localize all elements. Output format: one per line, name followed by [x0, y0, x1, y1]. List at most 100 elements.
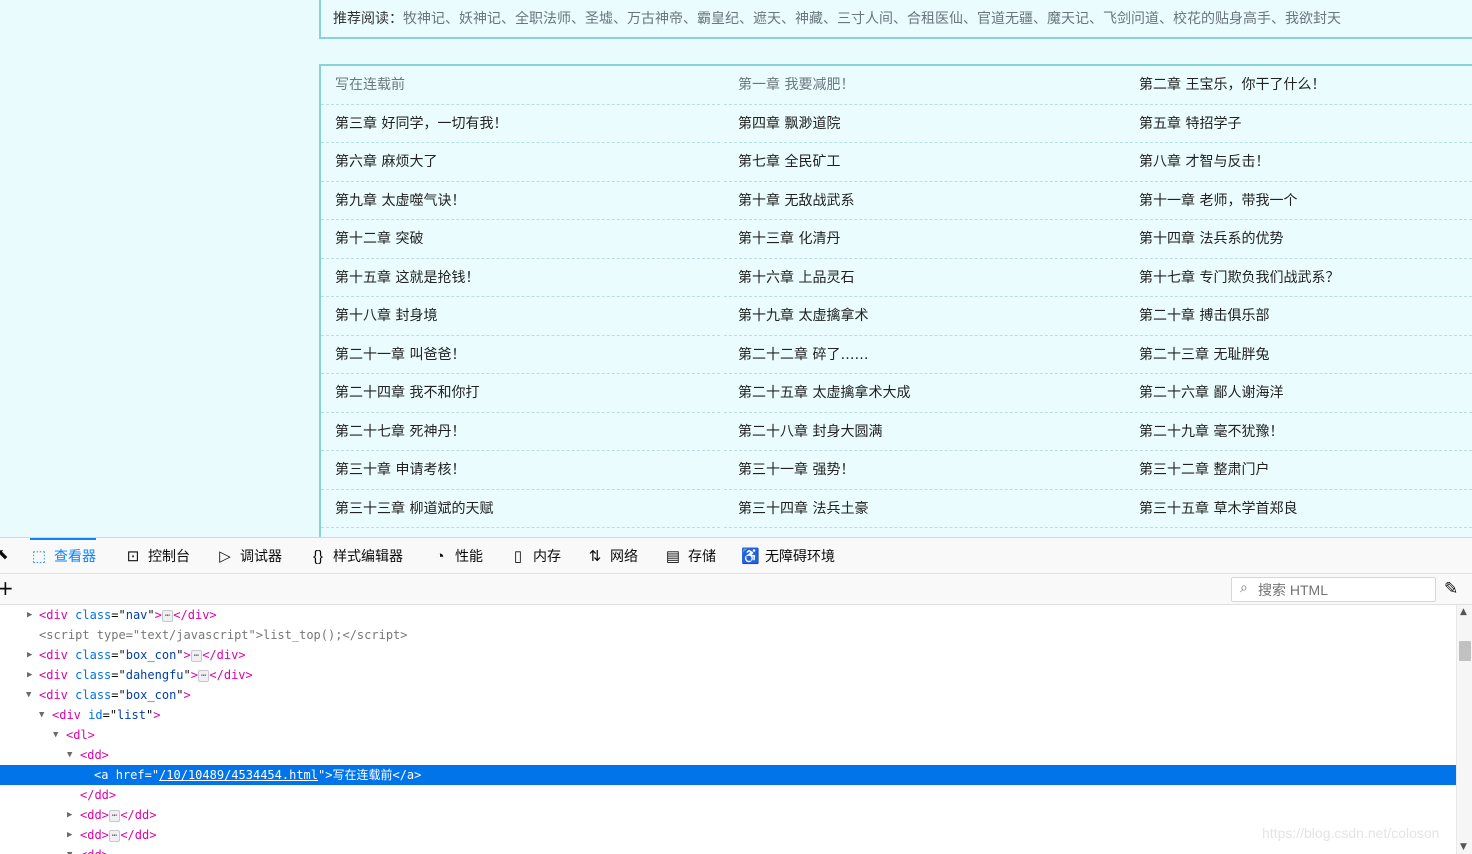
recommend-link[interactable]: 妖神记: [459, 11, 501, 27]
markup-node[interactable]: ▶ <dd> ⋯ </dd>: [0, 825, 1456, 845]
collapse-arrow-icon[interactable]: ▼: [67, 845, 77, 854]
chapter-link[interactable]: 第三章 好同学，一切有我！: [321, 105, 720, 143]
markup-node[interactable]: ▶ <div class="box_con"> ⋯ </div>: [0, 645, 1456, 665]
chapter-link[interactable]: 第三十一章 强势！: [724, 451, 1123, 490]
markup-node[interactable]: ▼ <div class="box_con">: [0, 685, 1456, 705]
chapter-link[interactable]: 第二十四章 我不和你打: [321, 374, 720, 413]
recommend-link[interactable]: 圣墟: [585, 11, 613, 27]
chapter-link[interactable]: 写在连载前: [321, 66, 720, 105]
chapter-link[interactable]: 第二十五章 太虚擒拿术大成: [724, 374, 1123, 413]
tab-storage[interactable]: ▤ 存储: [664, 538, 716, 574]
recommend-link[interactable]: 牧神记: [403, 11, 445, 27]
eyedropper-icon[interactable]: ✎: [1444, 579, 1458, 599]
chapter-link[interactable]: 第二十九章 毫不犹豫！: [1125, 413, 1472, 451]
markup-node[interactable]: ▼ <dl>: [0, 725, 1456, 745]
chapter-link[interactable]: 第三十三章 柳道斌的天赋: [321, 490, 720, 528]
chapter-link[interactable]: 第九章 太虚噬气诀！: [321, 182, 720, 220]
recommend-link[interactable]: 官道无疆: [977, 11, 1033, 27]
chapter-link[interactable]: 第八章 才智与反击！: [1125, 143, 1472, 182]
tab-console[interactable]: ⊡ 控制台: [124, 538, 190, 574]
chapter-link[interactable]: 第十五章 这就是抢钱！: [321, 259, 720, 297]
chapter-link[interactable]: 第二十二章 碎了……: [724, 336, 1123, 374]
recommend-link[interactable]: 魔天记: [1047, 11, 1089, 27]
chapter-link[interactable]: 第十八章 封身境: [321, 297, 720, 336]
chapter-link[interactable]: 第三十四章 法兵土豪: [724, 490, 1123, 528]
recommend-link[interactable]: 飞剑问道: [1103, 11, 1159, 27]
chapter-link[interactable]: 第十三章 化清丹: [724, 220, 1123, 259]
tab-accessibility[interactable]: ♿ 无障碍环境: [741, 538, 835, 574]
recommend-link[interactable]: 神藏: [795, 11, 823, 27]
tab-performance[interactable]: ◔ 性能: [431, 538, 483, 574]
chapter-link[interactable]: 第十七章 专门欺负我们战武系？: [1125, 259, 1472, 297]
collapse-arrow-icon[interactable]: ▼: [26, 685, 36, 705]
expand-arrow-icon[interactable]: ▶: [27, 665, 37, 685]
chapter-link[interactable]: 第二章 王宝乐，你干了什么！: [1125, 66, 1472, 105]
search-html-box[interactable]: ⌕: [1231, 577, 1436, 602]
chapter-link[interactable]: 第十六章 上品灵石: [724, 259, 1123, 297]
expand-arrow-icon[interactable]: ▶: [67, 805, 77, 825]
markup-node[interactable]: ▶ <div class="nav"> ⋯ </div>: [0, 605, 1456, 625]
expand-arrow-icon[interactable]: ▶: [27, 605, 37, 625]
recommend-link[interactable]: 校花的贴身高手: [1173, 11, 1271, 27]
chapter-link[interactable]: 第五章 特招学子: [1125, 105, 1472, 143]
markup-node[interactable]: </dd>: [0, 785, 1456, 805]
scroll-up-icon[interactable]: ▲: [1460, 607, 1467, 617]
chapter-link[interactable]: 第三十二章 整肃门户: [1125, 451, 1472, 490]
markup-node[interactable]: ▼<dd>: [0, 845, 1456, 854]
markup-node[interactable]: ▼ <div id="list">: [0, 705, 1456, 725]
tab-debugger[interactable]: ▷ 调试器: [216, 538, 282, 574]
chapter-link[interactable]: 第二十七章 死神丹！: [321, 413, 720, 451]
tab-style-editor[interactable]: {} 样式编辑器: [309, 538, 403, 574]
expand-arrow-icon[interactable]: ▶: [27, 645, 37, 665]
recommend-link[interactable]: 我欲封天: [1285, 11, 1341, 27]
recommend-separator: 、: [781, 11, 795, 27]
chapter-link[interactable]: 第一章 我要减肥！: [724, 66, 1123, 105]
ellipsis-icon[interactable]: ⋯: [108, 810, 121, 822]
search-html-input[interactable]: [1258, 580, 1430, 599]
chapter-link[interactable]: 第四章 飘渺道院: [724, 105, 1123, 143]
chapter-link[interactable]: 第二十三章 无耻胖兔: [1125, 336, 1472, 374]
chapter-link[interactable]: 第十九章 太虚擒拿术: [724, 297, 1123, 336]
markup-node-selected[interactable]: <a href="/10/10489/4534454.html">写在连载前</…: [0, 765, 1456, 785]
recommend-separator: 、: [445, 11, 459, 27]
markup-node[interactable]: ▶ <div class="dahengfu"> ⋯ </div>: [0, 665, 1456, 685]
chapter-link[interactable]: 第七章 全民矿工: [724, 143, 1123, 182]
recommend-link[interactable]: 霸皇纪: [697, 11, 739, 27]
tab-memory[interactable]: ▯ 内存: [509, 538, 561, 574]
collapse-arrow-icon[interactable]: ▼: [67, 745, 77, 765]
ellipsis-icon[interactable]: ⋯: [161, 610, 174, 622]
collapse-arrow-icon[interactable]: ▼: [39, 705, 49, 725]
recommend-link[interactable]: 合租医仙: [907, 11, 963, 27]
recommend-link[interactable]: 三寸人间: [837, 11, 893, 27]
element-picker-icon[interactable]: ⬉: [0, 546, 10, 564]
recommend-link[interactable]: 全职法师: [515, 11, 571, 27]
chapter-link[interactable]: 第二十八章 封身大圆满: [724, 413, 1123, 451]
recommend-link[interactable]: 遮天: [753, 11, 781, 27]
chapter-link[interactable]: 第十四章 法兵系的优势: [1125, 220, 1472, 259]
tab-inspector[interactable]: ⬚ 查看器: [30, 538, 96, 574]
tab-network[interactable]: ⇅ 网络: [586, 538, 638, 574]
ellipsis-icon[interactable]: ⋯: [197, 670, 210, 682]
chapter-link[interactable]: 第十章 无敌战武系: [724, 182, 1123, 220]
chapter-link[interactable]: 第十二章 突破: [321, 220, 720, 259]
ellipsis-icon[interactable]: ⋯: [108, 830, 121, 842]
scrollbar-thumb[interactable]: [1459, 641, 1471, 661]
chapter-link[interactable]: 第十一章 老师，带我一个: [1125, 182, 1472, 220]
chapter-link[interactable]: 第三十章 申请考核！: [321, 451, 720, 490]
markup-node[interactable]: <script type="text/javascript">list_top(…: [0, 625, 1456, 645]
recommend-separator: 、: [683, 11, 697, 27]
markup-node[interactable]: ▼<dd>: [0, 745, 1456, 765]
recommend-link[interactable]: 万古神帝: [627, 11, 683, 27]
chapter-link[interactable]: 第二十章 搏击俱乐部: [1125, 297, 1472, 336]
chapter-link[interactable]: 第三十五章 草木学首郑良: [1125, 490, 1472, 528]
scroll-down-icon[interactable]: ▼: [1460, 842, 1467, 852]
ellipsis-icon[interactable]: ⋯: [190, 650, 203, 662]
markup-node[interactable]: ▶ <dd> ⋯ </dd>: [0, 805, 1456, 825]
expand-arrow-icon[interactable]: ▶: [67, 825, 77, 845]
add-node-icon[interactable]: +: [0, 578, 14, 598]
markup-scrollbar[interactable]: ▲ ▼: [1456, 605, 1472, 854]
chapter-link[interactable]: 第二十六章 鄙人谢海洋: [1125, 374, 1472, 413]
chapter-link[interactable]: 第二十一章 叫爸爸！: [321, 336, 720, 374]
collapse-arrow-icon[interactable]: ▼: [53, 725, 63, 745]
chapter-link[interactable]: 第六章 麻烦大了: [321, 143, 720, 182]
